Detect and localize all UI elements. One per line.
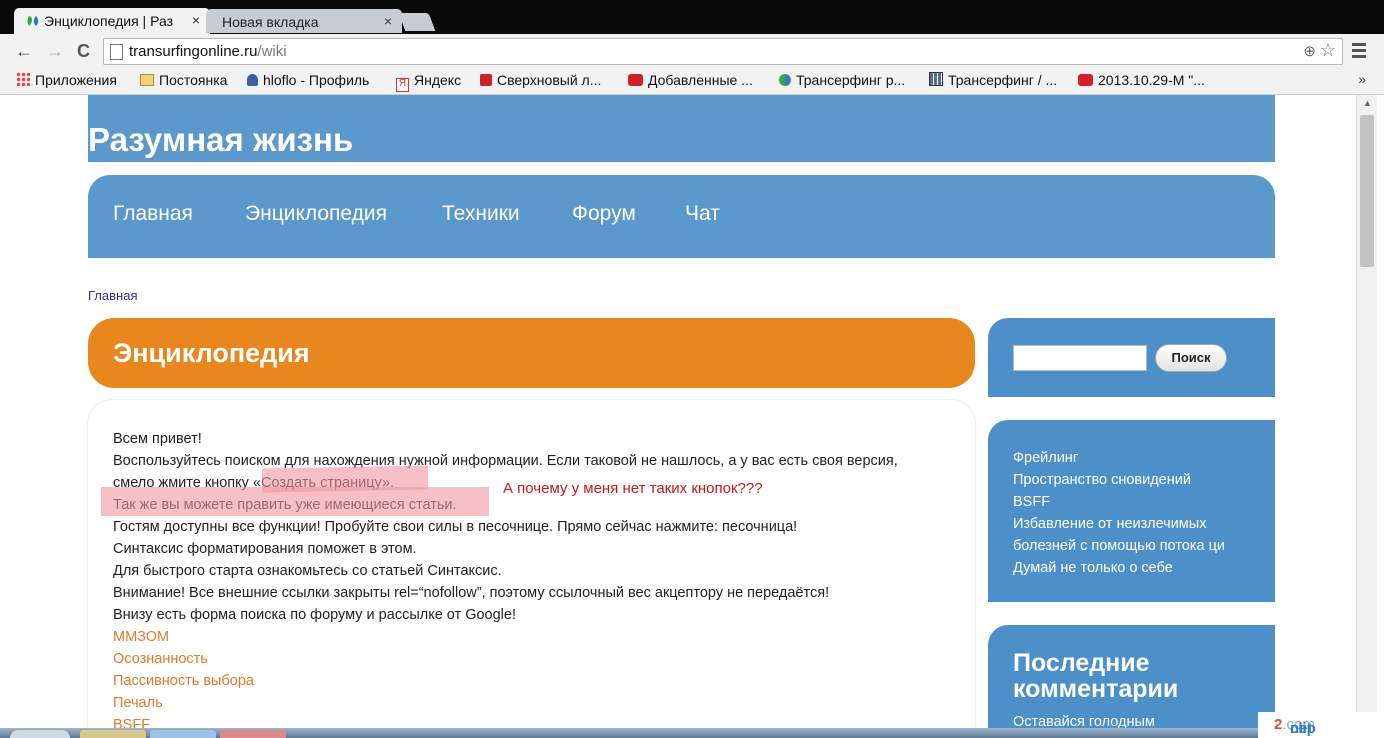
nav-item-encyclopedia[interactable]: Энциклопедия: [245, 202, 387, 226]
page-icon: [110, 44, 123, 60]
tab-strip: Энциклопедия | Раз × Новая вкладка ×: [0, 0, 1384, 34]
clip2net-watermark: clip 2 net .com: [1258, 712, 1384, 738]
breadcrumb[interactable]: Главная: [88, 288, 137, 303]
address-bar[interactable]: transurfingonline.ru/wiki ⊕ ☆: [103, 38, 1343, 65]
site-header: Разумная жизнь: [88, 95, 1275, 162]
recent-comments-title: Последние комментарии: [1013, 649, 1179, 703]
yandex-icon: Я: [396, 78, 409, 92]
sidebar-link[interactable]: Пространство сновидений: [1013, 469, 1263, 491]
article-link[interactable]: ММЗОМ: [113, 626, 953, 648]
forward-icon[interactable]: →: [46, 41, 64, 62]
reload-icon[interactable]: C: [77, 41, 90, 62]
sidebar-search: Поиск: [988, 318, 1275, 397]
folder-icon: [140, 74, 154, 86]
bookmarks-more-icon[interactable]: »: [1358, 71, 1366, 87]
grid-site-icon: [929, 72, 943, 86]
user-icon: [247, 74, 258, 86]
bookmark-star-icon[interactable]: ☆: [1320, 40, 1336, 61]
sidebar-link[interactable]: болезней с помощью потока ци: [1013, 535, 1263, 557]
back-icon[interactable]: ←: [15, 41, 33, 62]
article-link[interactable]: Печаль: [113, 692, 953, 714]
bookmark-postoyanka[interactable]: Постоянка: [140, 72, 227, 88]
bookmarks-bar: Приложения Постоянка hloflo - Профиль ЯЯ…: [0, 68, 1384, 95]
bookmark-supernova[interactable]: Сверхновый л...: [480, 72, 601, 88]
taskbar-item[interactable]: [150, 730, 216, 738]
url-text: transurfingonline.ru/wiki: [129, 43, 287, 60]
tab-close-icon[interactable]: ×: [384, 13, 392, 29]
sidebar-link[interactable]: Избавление от неизлечимых: [1013, 513, 1263, 535]
menu-icon[interactable]: [1352, 43, 1366, 59]
scrollbar[interactable]: ▲: [1356, 95, 1377, 738]
highlight-mark: [101, 487, 489, 516]
page-viewport: Разумная жизнь Главная Энциклопедия Техн…: [0, 95, 1356, 738]
sidebar-link[interactable]: BSFF: [1013, 491, 1263, 513]
content-line: Для быстрого старта ознакомьтесь со стат…: [113, 563, 502, 579]
page-heading-bar: Энциклопедия: [88, 318, 975, 388]
site-favicon-icon: [779, 74, 791, 86]
bookmark-apps[interactable]: Приложения: [16, 72, 117, 88]
scroll-up-icon[interactable]: ▲: [1363, 98, 1372, 108]
tab-new[interactable]: Новая вкладка ×: [206, 9, 402, 33]
sidebar-links: Фрейлинг Пространство сновидений BSFF Из…: [988, 420, 1275, 602]
bookmark-transurfing-r[interactable]: Трансерфинг р...: [779, 72, 905, 88]
site-title[interactable]: Разумная жизнь: [88, 121, 353, 159]
search-button[interactable]: Поиск: [1155, 344, 1227, 372]
start-button[interactable]: [10, 730, 70, 738]
taskbar-item[interactable]: [220, 730, 286, 738]
red-site-icon: [480, 74, 492, 86]
content-line: Внимание! Все внешние ссылки закрыты rel…: [113, 585, 830, 601]
bookmark-youtube-added[interactable]: Добавленные ...: [628, 72, 753, 88]
sidebar-link[interactable]: Фрейлинг: [1013, 447, 1263, 469]
annotation-text: А почему у меня нет таких кнопок???: [503, 480, 763, 497]
nav-item-chat[interactable]: Чат: [685, 202, 720, 226]
page-title: Энциклопедия: [113, 338, 310, 368]
nav-item-forum[interactable]: Форум: [572, 202, 636, 226]
main-nav: Главная Энциклопедия Техники Форум Чат: [88, 175, 1275, 258]
content-line: Воспользуйтесь поиском для нахождения ну…: [113, 453, 898, 469]
bookmark-hloflo[interactable]: hloflo - Профиль: [247, 72, 369, 88]
bookmark-youtube-video[interactable]: 2013.10.29-М "...: [1078, 72, 1205, 88]
scrollbar-thumb[interactable]: [1360, 115, 1374, 267]
content-line: Всем привет!: [113, 431, 202, 447]
tab-encyclopedia[interactable]: Энциклопедия | Раз ×: [14, 8, 210, 34]
content-box: Всем привет! Воспользуйтесь поиском для …: [88, 400, 975, 738]
new-tab-button[interactable]: [398, 13, 436, 31]
youtube-icon: [1078, 74, 1093, 86]
content-line: Внизу есть форма поиска по форуму и расс…: [113, 607, 516, 623]
tab-close-icon[interactable]: ×: [192, 12, 200, 28]
nav-item-techniques[interactable]: Техники: [442, 202, 520, 226]
youtube-icon: [628, 74, 643, 86]
sidebar-link[interactable]: Думай не только о себе: [1013, 557, 1263, 579]
article-link[interactable]: Пассивность выбора: [113, 670, 953, 692]
tab-title: Новая вкладка: [222, 14, 319, 30]
nav-item-home[interactable]: Главная: [113, 202, 193, 226]
content-line: Гостям доступны все функции! Пробуйте св…: [113, 519, 798, 535]
article-link[interactable]: Осознанность: [113, 648, 953, 670]
sidebar-recent-comments: Последние комментарии Оставайся голодным: [988, 625, 1275, 738]
site-favicon-icon: [27, 16, 39, 26]
content-line: Синтаксис форматирования поможет в этом.: [113, 541, 417, 557]
browser-toolbar: ← → C transurfingonline.ru/wiki ⊕ ☆: [0, 34, 1384, 68]
tab-title: Энциклопедия | Раз: [44, 13, 173, 29]
taskbar-item[interactable]: [80, 730, 146, 738]
bookmark-yandex[interactable]: Я Яндекс: [396, 72, 461, 92]
bookmark-transurfing-forum[interactable]: Трансерфинг / ...: [929, 72, 1057, 88]
apps-grid-icon: [16, 72, 30, 86]
search-input[interactable]: [1013, 345, 1147, 371]
article-content: Всем привет! Воспользуйтесь поиском для …: [113, 428, 953, 736]
zoom-icon[interactable]: ⊕: [1303, 42, 1316, 60]
